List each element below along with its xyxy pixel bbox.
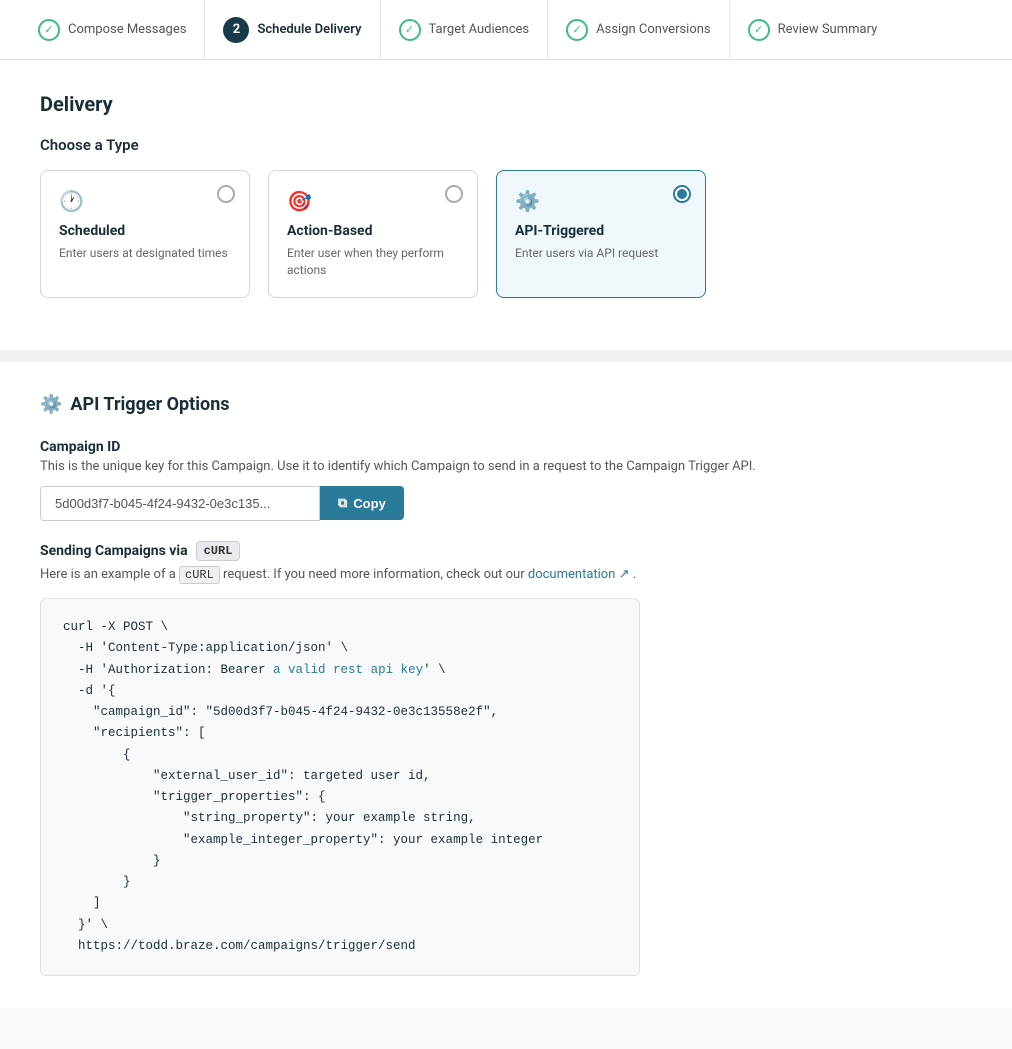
campaign-id-desc: This is the unique key for this Campaign…: [40, 459, 972, 474]
code-line-12: }: [63, 851, 617, 872]
api-section-title-container: ⚙️ API Trigger Options: [40, 394, 972, 415]
copy-icon: ⧉: [338, 495, 347, 511]
api-section-title-text: API Trigger Options: [70, 394, 229, 415]
step-review-check: ✓: [748, 19, 770, 41]
campaign-id-field: Campaign ID This is the unique key for t…: [40, 439, 972, 521]
api-trigger-section: ⚙️ API Trigger Options Campaign ID This …: [0, 362, 1012, 1009]
sending-label: Sending Campaigns via cURL: [40, 541, 972, 561]
type-card-action-name: Action-Based: [287, 223, 459, 239]
code-line-6: "recipients": [: [63, 723, 617, 744]
choose-type-label: Choose a Type: [40, 136, 972, 154]
sending-desc-code: cURL: [179, 566, 220, 584]
api-key-highlight: a valid rest api key: [273, 663, 423, 677]
sending-desc: Here is an example of a cURL request. If…: [40, 565, 972, 585]
stepper: ✓ Compose Messages 2 Schedule Delivery ✓…: [0, 0, 1012, 60]
campaign-id-input[interactable]: [40, 486, 320, 521]
type-card-scheduled-radio: [217, 185, 235, 203]
step-target-label: Target Audiences: [429, 22, 530, 37]
code-line-13: }: [63, 872, 617, 893]
code-line-7: {: [63, 745, 617, 766]
api-gear-icon: ⚙️: [40, 394, 62, 415]
step-review[interactable]: ✓ Review Summary: [730, 0, 896, 59]
sending-desc-suffix: request. If you need more information, c…: [223, 567, 525, 582]
step-target[interactable]: ✓ Target Audiences: [381, 0, 549, 59]
copy-button-label: Copy: [353, 496, 386, 511]
code-line-5: "campaign_id": "5d00d3f7-b045-4f24-9432-…: [63, 702, 617, 723]
code-block: curl -X POST \ -H 'Content-Type:applicat…: [40, 598, 640, 976]
type-card-scheduled-desc: Enter users at designated times: [59, 245, 231, 262]
campaign-id-row: ⧉ Copy: [40, 486, 972, 521]
code-line-1: curl -X POST \: [63, 617, 617, 638]
code-line-15: }' \: [63, 915, 617, 936]
type-cards-container: 🕐 Scheduled Enter users at designated ti…: [40, 170, 972, 298]
code-line-4: -d '{: [63, 681, 617, 702]
step-schedule-label: Schedule Delivery: [257, 22, 361, 37]
step-assign[interactable]: ✓ Assign Conversions: [548, 0, 730, 59]
type-card-api[interactable]: ⚙️ API-Triggered Enter users via API req…: [496, 170, 706, 298]
step-schedule[interactable]: 2 Schedule Delivery: [205, 0, 380, 59]
gear-icon: ⚙️: [515, 189, 687, 213]
type-card-action-radio: [445, 185, 463, 203]
sending-campaigns-field: Sending Campaigns via cURL Here is an ex…: [40, 541, 972, 585]
campaign-id-label: Campaign ID: [40, 439, 972, 455]
step-compose-label: Compose Messages: [68, 22, 186, 37]
code-line-8: "external_user_id": targeted user id,: [63, 766, 617, 787]
type-card-action-desc: Enter user when they perform actions: [287, 245, 459, 279]
type-card-api-name: API-Triggered: [515, 223, 687, 239]
type-card-api-radio: [673, 185, 691, 203]
code-line-11: "example_integer_property": your example…: [63, 830, 617, 851]
code-line-16: https://todd.braze.com/campaigns/trigger…: [63, 936, 617, 957]
step-assign-label: Assign Conversions: [596, 22, 711, 37]
step-target-check: ✓: [399, 19, 421, 41]
delivery-title: Delivery: [40, 92, 972, 116]
code-line-3: -H 'Authorization: Bearer a valid rest a…: [63, 660, 617, 681]
type-card-api-desc: Enter users via API request: [515, 245, 687, 262]
target-icon: 🎯: [287, 189, 459, 213]
type-card-action[interactable]: 🎯 Action-Based Enter user when they perf…: [268, 170, 478, 298]
step-review-label: Review Summary: [778, 22, 878, 37]
step-assign-check: ✓: [566, 19, 588, 41]
type-card-scheduled-name: Scheduled: [59, 223, 231, 239]
step-schedule-number: 2: [223, 17, 249, 43]
code-line-2: -H 'Content-Type:application/json' \: [63, 638, 617, 659]
documentation-link[interactable]: documentation ↗: [528, 567, 633, 582]
code-line-9: "trigger_properties": {: [63, 787, 617, 808]
copy-button[interactable]: ⧉ Copy: [320, 486, 404, 520]
step-compose[interactable]: ✓ Compose Messages: [20, 0, 205, 59]
delivery-section: Delivery Choose a Type 🕐 Scheduled Enter…: [0, 60, 1012, 350]
type-card-scheduled[interactable]: 🕐 Scheduled Enter users at designated ti…: [40, 170, 250, 298]
step-compose-check: ✓: [38, 19, 60, 41]
section-divider: [0, 350, 1012, 362]
clock-icon: 🕐: [59, 189, 231, 213]
sending-desc-prefix: Here is an example of a: [40, 567, 176, 582]
code-line-10: "string_property": your example string,: [63, 808, 617, 829]
code-line-14: ]: [63, 893, 617, 914]
curl-badge: cURL: [196, 541, 241, 561]
